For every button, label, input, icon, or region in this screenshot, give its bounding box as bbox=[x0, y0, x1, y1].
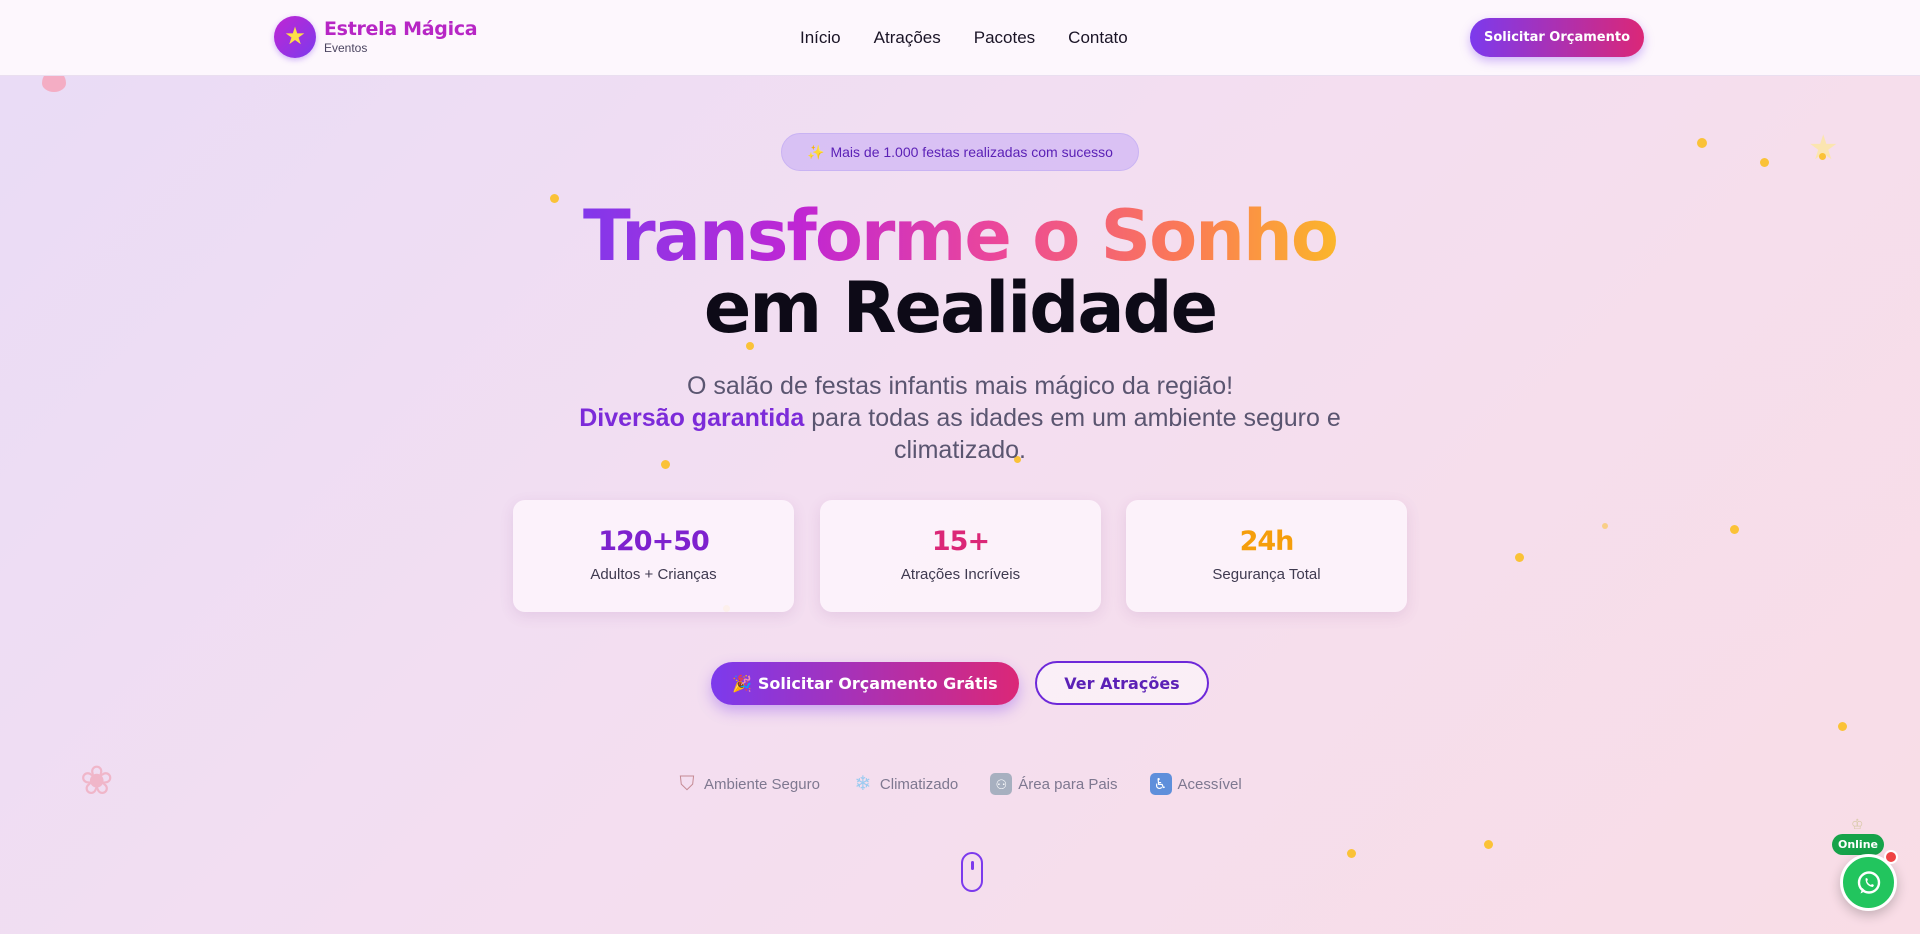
confetti-dot bbox=[1347, 849, 1356, 858]
free-quote-button[interactable]: 🎉 Solicitar Orçamento Grátis bbox=[711, 662, 1019, 705]
nav-link-pacotes[interactable]: Pacotes bbox=[974, 27, 1035, 49]
confetti-decoration-icon: ❀ bbox=[80, 759, 114, 803]
confetti-dot bbox=[550, 194, 559, 203]
stat-label: Segurança Total bbox=[1212, 566, 1321, 583]
main-nav: Início Atrações Pacotes Contato bbox=[800, 27, 1161, 49]
stat-value: 120+50 bbox=[598, 526, 710, 557]
sparkles-icon: ✨ bbox=[807, 143, 825, 160]
nav-link-atracoes[interactable]: Atrações bbox=[874, 27, 941, 49]
online-status-badge: Online bbox=[1832, 834, 1884, 855]
feature-label: Ambiente Seguro bbox=[704, 775, 820, 793]
confetti-dot bbox=[1819, 153, 1826, 160]
hero-title: Transforme o Sonho em Realidade bbox=[560, 200, 1360, 344]
brand-name: Estrela Mágica bbox=[324, 18, 478, 40]
stat-label: Atrações Incríveis bbox=[900, 566, 1021, 583]
stat-label: Adultos + Crianças bbox=[590, 566, 717, 583]
wheelchair-icon: ♿ bbox=[1149, 773, 1172, 795]
feature-label: Climatizado bbox=[879, 775, 959, 793]
feature-item: ⛉ Ambiente Seguro bbox=[676, 773, 820, 795]
snowflake-icon: ❄ bbox=[854, 773, 872, 795]
free-quote-button-label: Solicitar Orçamento Grátis bbox=[757, 674, 998, 693]
brand-subtitle: Eventos bbox=[324, 41, 368, 55]
shield-icon: ⛉ bbox=[679, 773, 695, 795]
stat-card-capacity: 120+50 Adultos + Crianças bbox=[513, 500, 794, 612]
confetti-dot bbox=[1484, 840, 1493, 849]
whatsapp-icon bbox=[1857, 870, 1880, 894]
feature-item: ⚇ Área para Pais bbox=[990, 773, 1118, 795]
confetti-dot bbox=[1838, 722, 1847, 731]
stat-value: 15+ bbox=[931, 526, 990, 557]
hero-title-line1: Transforme o Sonho bbox=[560, 200, 1360, 272]
hero-subtitle: O salão de festas infantis mais mágico d… bbox=[560, 370, 1360, 466]
confetti-dot bbox=[1515, 553, 1524, 562]
feature-label: Área para Pais bbox=[1018, 775, 1118, 793]
request-quote-button[interactable]: Solicitar Orçamento bbox=[1470, 18, 1644, 57]
star-icon: ★ bbox=[284, 23, 306, 50]
logo-badge: ★ bbox=[274, 16, 316, 58]
feature-list: ⛉ Ambiente Seguro ❄ Climatizado ⚇ Área p… bbox=[676, 773, 1274, 795]
feature-label: Acessível bbox=[1177, 775, 1242, 793]
success-badge-text: Mais de 1.000 festas realizadas com suce… bbox=[830, 144, 1113, 160]
star-decoration-icon: ★ bbox=[1808, 129, 1839, 167]
view-attractions-button[interactable]: Ver Atrações bbox=[1035, 661, 1209, 705]
nav-link-inicio[interactable]: Início bbox=[800, 27, 841, 49]
hero-subtitle-highlight: Diversão garantida bbox=[579, 404, 805, 432]
site-header: ★ Estrela Mágica Eventos Início Atrações… bbox=[0, 0, 1920, 76]
brand-logo[interactable]: ★ Estrela Mágica Eventos bbox=[274, 16, 478, 58]
family-icon: ⚇ bbox=[990, 773, 1013, 795]
feature-item: ❄ Climatizado bbox=[852, 773, 959, 795]
confetti-dot bbox=[1602, 523, 1608, 529]
crown-decoration-icon: ♔ bbox=[1851, 816, 1864, 832]
stat-card-attractions: 15+ Atrações Incríveis bbox=[820, 500, 1101, 612]
notification-dot bbox=[1884, 850, 1898, 864]
success-badge: ✨ Mais de 1.000 festas realizadas com su… bbox=[781, 133, 1139, 171]
hero-subtitle-rest: para todas as idades em um ambiente segu… bbox=[804, 404, 1341, 464]
hero-subtitle-line1: O salão de festas infantis mais mágico d… bbox=[686, 372, 1234, 400]
stat-value: 24h bbox=[1239, 526, 1295, 557]
scroll-down-indicator[interactable] bbox=[961, 852, 983, 892]
feature-item: ♿ Acessível bbox=[1149, 773, 1242, 795]
confetti-dot bbox=[1697, 138, 1707, 148]
brand-text: Estrela Mágica Eventos bbox=[324, 18, 478, 56]
stat-card-security: 24h Segurança Total bbox=[1126, 500, 1407, 612]
party-popper-icon: 🎉 bbox=[732, 674, 753, 693]
nav-link-contato[interactable]: Contato bbox=[1068, 27, 1128, 49]
confetti-dot bbox=[1730, 525, 1739, 534]
confetti-dot bbox=[1760, 158, 1769, 167]
hero-title-line2: em Realidade bbox=[703, 267, 1218, 349]
